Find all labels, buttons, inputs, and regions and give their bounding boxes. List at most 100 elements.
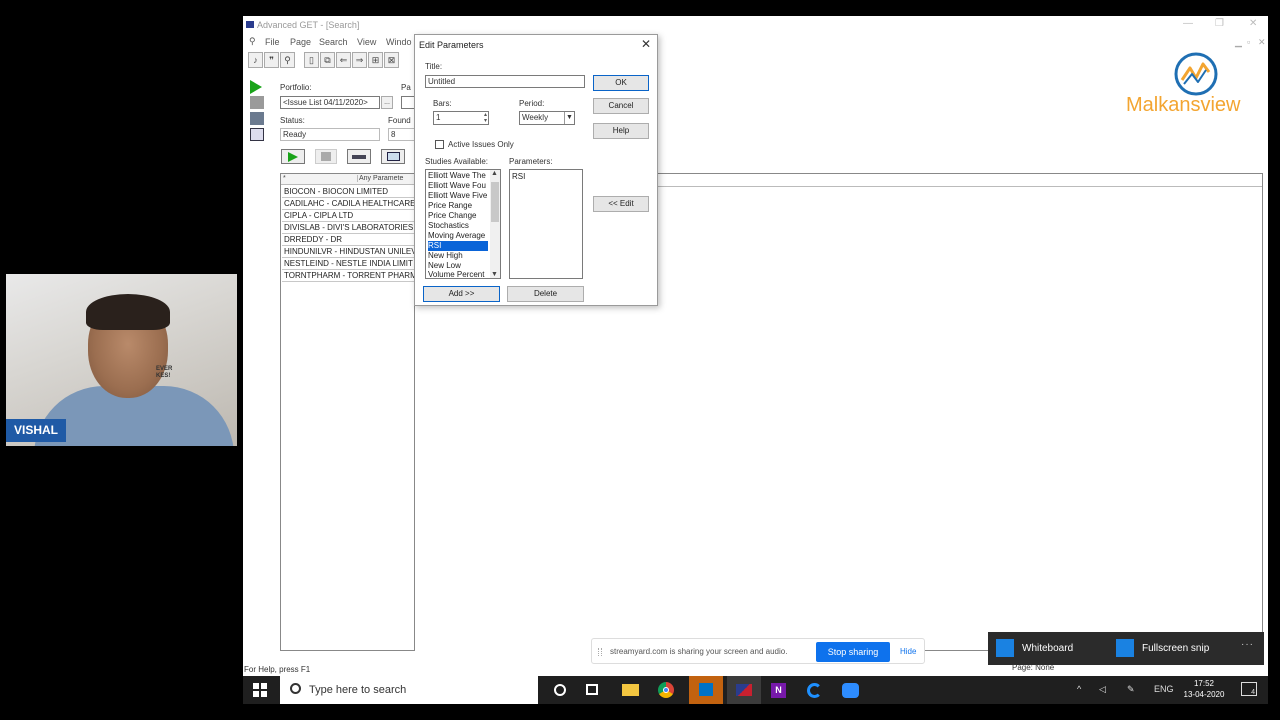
chrome-icon[interactable] — [655, 680, 679, 700]
table-row[interactable]: HINDUNILVR - HINDUSTAN UNILEV — [282, 246, 414, 258]
volume-icon[interactable]: ◁ — [1099, 684, 1106, 695]
start-search-button[interactable] — [281, 149, 305, 164]
table-row[interactable]: NESTLEIND - NESTLE INDIA LIMIT — [282, 258, 414, 270]
outlook-icon[interactable] — [689, 676, 723, 704]
copy-icon[interactable]: ⧉ — [320, 52, 335, 68]
mdi-close-icon[interactable]: ✕ — [1258, 37, 1266, 48]
edit-button[interactable]: << Edit — [593, 196, 649, 212]
file-explorer-icon[interactable] — [619, 680, 643, 700]
onenote-icon[interactable]: N — [767, 680, 791, 700]
zoom-icon[interactable] — [839, 680, 863, 700]
list-item[interactable]: Stochastics — [428, 221, 488, 231]
mdi-minimize-icon[interactable]: ▁ — [1235, 37, 1242, 48]
table-row[interactable]: BIOCON - BIOCON LIMITED — [282, 186, 414, 198]
found-value: 8 — [388, 128, 415, 141]
stop-search-button[interactable] — [315, 149, 337, 164]
hide-banner-link[interactable]: Hide — [900, 647, 916, 656]
whiteboard-label: Whiteboard — [1022, 643, 1074, 654]
active-issues-checkbox[interactable] — [435, 140, 444, 149]
any-parameter-column[interactable]: Any Paramete — [357, 175, 403, 182]
forward-icon[interactable]: ⇒ — [352, 52, 367, 68]
results-list-button[interactable] — [347, 149, 371, 164]
p-field[interactable] — [401, 96, 415, 109]
cancel-button[interactable]: Cancel — [593, 98, 649, 114]
portfolio-field[interactable]: <Issue List 04/11/2020> — [280, 96, 380, 109]
tuning-fork-icon[interactable]: ♪ — [248, 52, 263, 68]
studies-listbox[interactable]: Elliott Wave The Elliott Wave Fou Elliot… — [425, 169, 501, 279]
cross-icon[interactable]: ⊠ — [384, 52, 399, 68]
menu-search[interactable]: Search — [319, 37, 348, 47]
scroll-down-icon[interactable]: ▼ — [491, 271, 498, 278]
table-row[interactable]: TORNTPHARM - TORRENT PHARM — [282, 270, 414, 282]
list-item[interactable]: Elliott Wave Five — [428, 191, 488, 201]
windows-taskbar: Type here to search N ^ ◁ ✎ ENG 17:52 13… — [243, 676, 1268, 704]
spinner-arrows-icon[interactable]: ▴ ▾ — [484, 112, 487, 124]
language-indicator[interactable]: ENG — [1154, 684, 1174, 694]
stop-icon[interactable] — [250, 96, 264, 109]
parameters-listbox[interactable]: RSI — [509, 169, 583, 279]
stop-sharing-button[interactable]: Stop sharing — [816, 642, 890, 662]
close-window-icon[interactable]: ✕ — [1249, 18, 1257, 29]
delete-button[interactable]: Delete — [507, 286, 584, 302]
app-icon — [246, 21, 254, 28]
scroll-thumb[interactable] — [491, 182, 499, 222]
table-row[interactable]: DRREDDY - DR — [282, 234, 414, 246]
dialog-close-icon[interactable]: ✕ — [641, 37, 651, 51]
period-select[interactable]: Weekly ▼ — [519, 111, 575, 125]
portfolio-browse-button[interactable]: ... — [381, 96, 393, 109]
run-icon[interactable] — [250, 80, 262, 94]
whiteboard-button[interactable]: Whiteboard — [996, 639, 1073, 659]
grid-icon[interactable]: ⊞ — [368, 52, 383, 68]
drag-handle-icon[interactable] — [598, 648, 602, 656]
chart-icon[interactable] — [250, 128, 264, 141]
more-options-icon[interactable]: ··· — [1241, 639, 1254, 650]
edge-icon[interactable] — [803, 680, 827, 700]
mdi-restore-icon[interactable]: ▫ — [1247, 37, 1250, 47]
back-icon[interactable]: ⇐ — [336, 52, 351, 68]
list-item[interactable]: New High — [428, 251, 488, 261]
advanced-get-taskbar-icon[interactable] — [727, 676, 761, 704]
task-view-icon[interactable] — [581, 680, 605, 700]
scroll-up-icon[interactable]: ▲ — [491, 170, 498, 177]
bars-spinner[interactable]: 1 ▴ ▾ — [433, 111, 489, 125]
fullscreen-snip-button[interactable]: Fullscreen snip — [1116, 639, 1209, 659]
start-button[interactable] — [253, 683, 267, 697]
left-tool-strip — [248, 78, 270, 168]
magnifier-icon[interactable]: ⚲ — [280, 52, 295, 68]
list-item[interactable]: Elliott Wave The — [428, 171, 488, 181]
chart-results-button[interactable] — [381, 149, 405, 164]
pen-icon[interactable]: ✎ — [1127, 684, 1135, 695]
list-item[interactable]: Elliott Wave Fou — [428, 181, 488, 191]
ok-button[interactable]: OK — [593, 75, 649, 91]
list-item[interactable]: RSI — [512, 172, 572, 182]
table-row[interactable]: DIVISLAB - DIVI'S LABORATORIES — [282, 222, 414, 234]
studies-scrollbar[interactable]: ▲ ▼ — [490, 170, 500, 278]
menu-page[interactable]: Page — [290, 37, 311, 47]
notifications-icon[interactable]: 4 — [1241, 682, 1257, 696]
menu-view[interactable]: View — [357, 37, 376, 47]
taskbar-clock[interactable]: 17:52 13-04-2020 — [1179, 678, 1229, 700]
menu-file[interactable]: File — [265, 37, 280, 47]
search-menu-icon[interactable]: ⚲ — [249, 36, 256, 47]
list-item[interactable]: Price Change — [428, 211, 488, 221]
list-icon[interactable] — [250, 112, 264, 125]
maximize-icon[interactable]: ❐ — [1215, 18, 1224, 29]
minimize-icon[interactable]: — — [1183, 18, 1193, 29]
list-item[interactable]: Price Range — [428, 201, 488, 211]
list-item[interactable]: Volume Percent — [428, 270, 488, 278]
add-button[interactable]: Add >> — [423, 286, 500, 302]
table-row[interactable]: CIPLA - CIPLA LTD — [282, 210, 414, 222]
menu-window[interactable]: Windo — [386, 37, 412, 47]
tray-overflow-icon[interactable]: ^ — [1077, 684, 1081, 694]
taskbar-search-box[interactable]: Type here to search — [280, 676, 538, 704]
help-button[interactable]: Help — [593, 123, 649, 139]
title-input[interactable]: Untitled — [425, 75, 585, 88]
quote-icon[interactable]: ❞ — [264, 52, 279, 68]
list-item[interactable]: Moving Average — [428, 231, 488, 241]
chevron-down-icon[interactable]: ▼ — [564, 112, 574, 124]
table-row[interactable]: CADILAHC - CADILA HEALTHCARE — [282, 198, 414, 210]
cortana-icon[interactable] — [549, 680, 573, 700]
results-header-divider — [658, 186, 1262, 187]
list-item-selected[interactable]: RSI — [428, 241, 488, 251]
new-page-icon[interactable]: ▯ — [304, 52, 319, 68]
